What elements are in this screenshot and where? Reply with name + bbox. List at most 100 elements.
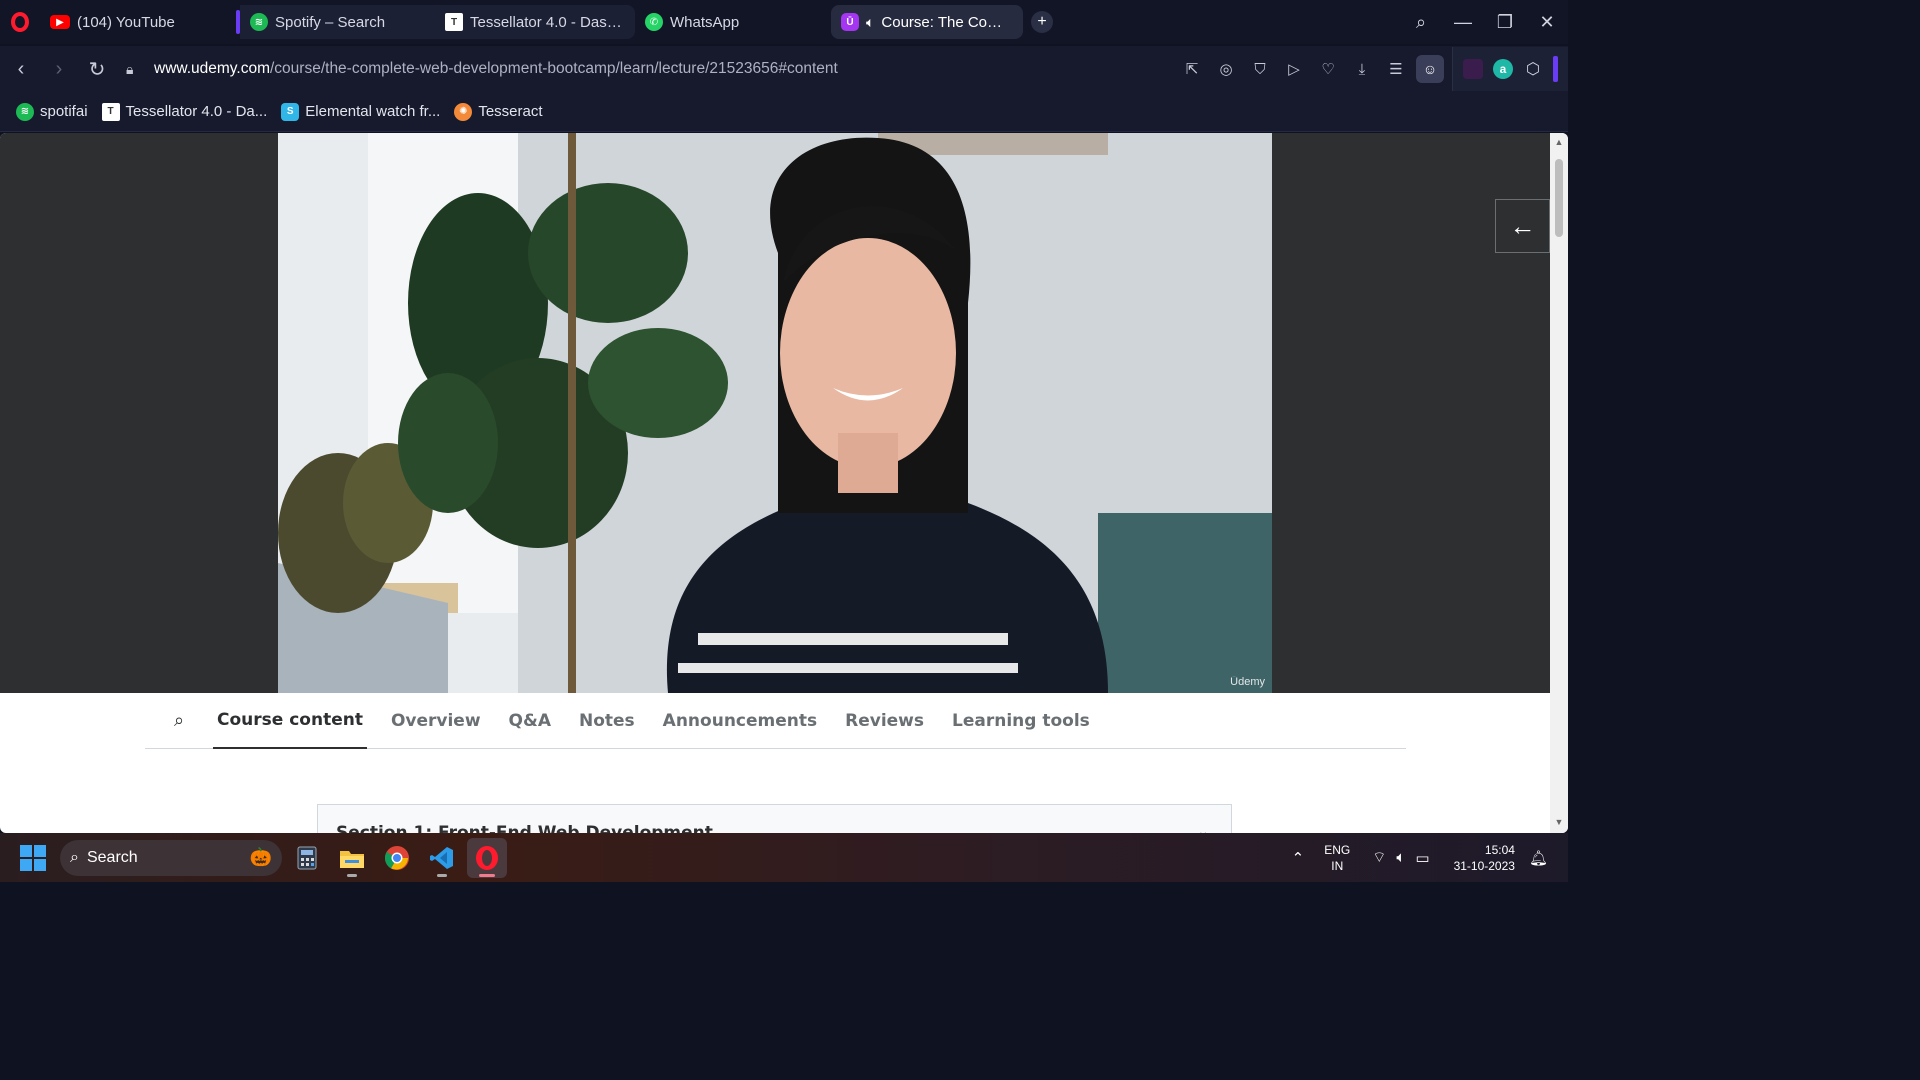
extensions-panel: a ⬡ [1452,47,1568,91]
elemental-icon: S [281,102,300,121]
window-controls: ⌕ — ❐ ✕ [1400,0,1568,44]
wifi-icon[interactable]: ⌔ [1372,848,1386,867]
forward-button[interactable]: › [40,50,78,88]
tab-learning-tools[interactable]: Learning tools [948,693,1094,749]
bookmark-label: Tessellator 4.0 - Da... [125,103,268,120]
bookmark-label: Tesseract [478,103,543,120]
lock-icon[interactable]: 🔒︎ [126,61,154,78]
bookmark-label: spotifai [40,103,88,120]
volume-icon[interactable]: 🔈︎ [1396,849,1405,866]
tab-tessellator[interactable]: T Tessellator 4.0 - Dashbo [435,5,635,39]
lecture-video[interactable]: Ūdemy [278,133,1272,693]
tab-course-content[interactable]: Course content [213,693,367,749]
tab-youtube[interactable]: ▶ (104) YouTube [40,5,230,39]
easy-setup-icon[interactable]: ☰ [1382,55,1410,83]
arrow-left-icon: ← [1509,210,1536,241]
tab-title: (104) YouTube [77,13,175,31]
tab-notes[interactable]: Notes [575,693,639,749]
clock-date: 31-10-2023 [1453,858,1515,873]
tessellator-icon: T [445,13,463,31]
spotify-icon: ≋ [16,102,34,121]
youtube-icon: ▶ [50,15,70,29]
battery-icon[interactable]: ▭ [1415,849,1429,867]
cube-icon[interactable]: ⬡ [1523,59,1543,79]
video-player-area: Ūdemy ← [0,133,1550,693]
tab-spotify[interactable]: ≋ Spotify – Search [240,5,435,39]
tab-title: Spotify – Search [275,13,386,31]
download-icon[interactable]: ⤓ [1348,55,1376,83]
tab-udemy-course[interactable]: Ū 🔈︎ Course: The Comple [831,5,1023,39]
taskbar-search-label: Search [86,848,138,866]
sidebar-accent [1553,56,1558,82]
tesseract-icon: ✺ [454,102,473,121]
system-tray: ⌃ ENG IN ⌔ 🔈︎ ▭ 15:04 31-10-2023 🔔︎ [1292,833,1568,882]
course-section-header[interactable]: Section 1: Front-End Web Development ⌄ [317,804,1232,833]
section-title: Section 1: Front-End Web Development [336,823,713,833]
windows-start-icon[interactable] [20,844,46,871]
region-code: IN [1331,858,1344,873]
vscode-icon[interactable] [422,838,462,878]
scroll-up-icon[interactable]: ▲ [1553,137,1565,149]
extension-dark-icon[interactable] [1463,59,1483,79]
whatsapp-icon: ✆ [645,13,663,31]
bookmark-label: Elemental watch fr... [305,103,441,120]
speaker-icon[interactable]: 🔈︎ [866,14,874,31]
back-button[interactable]: ‹ [2,50,40,88]
bookmark-tessellator[interactable]: T Tessellator 4.0 - Da... [101,102,268,121]
clock-time: 15:04 [1484,842,1515,857]
browser-tab-strip: ▶ (104) YouTube ≋ Spotify – Search T Tes… [0,0,1568,44]
taskbar-search-box[interactable]: ⌕ Search 🎃 [60,839,282,876]
halloween-pumpkins-icon: 🎃 [249,847,272,867]
search-tabs-icon[interactable]: ⌕ [1400,0,1442,44]
close-window-button[interactable]: ✕ [1526,0,1568,44]
tab-whatsapp[interactable]: ✆ WhatsApp [635,5,825,39]
flow-send-icon[interactable]: ▷ [1280,55,1308,83]
url-path: /course/the-complete-web-development-boo… [270,60,838,77]
opera-menu-icon[interactable] [0,0,40,44]
reload-button[interactable]: ↻ [78,50,116,88]
share-icon[interactable]: ⇱ [1178,55,1206,83]
url-host: www.udemy.com [154,60,270,77]
spotify-icon: ≋ [250,13,268,31]
bookmark-elemental[interactable]: S Elemental watch fr... [281,102,441,121]
bookmarks-bar: ≋ spotifai T Tessellator 4.0 - Da... S E… [0,92,1568,132]
snapshot-icon[interactable]: ◎ [1212,55,1240,83]
clock[interactable]: 15:04 31-10-2023 [1454,842,1515,874]
url-input[interactable]: 🔒︎ www.udemy.com/course/the-complete-web… [126,51,1126,87]
bookmark-spotifai[interactable]: ≋ spotifai [16,102,88,121]
notification-bell-icon[interactable]: 🔔︎ [1529,849,1548,867]
expand-sidebar-button[interactable]: ← [1495,199,1550,253]
tab-title: Course: The Comple [881,13,1013,31]
scroll-down-icon[interactable]: ▼ [1553,817,1565,829]
calculator-icon[interactable] [287,838,327,878]
opera-taskbar-icon[interactable] [467,837,507,878]
bookmark-tesseract[interactable]: ✺ Tesseract [454,102,543,121]
scrollbar-thumb[interactable] [1555,159,1563,237]
chevron-up-icon[interactable]: ⌃ [1292,849,1305,867]
profile-icon[interactable]: ☺ [1416,55,1444,83]
adblock-shield-icon[interactable]: ⛉ [1246,55,1274,83]
udemy-icon: Ū [841,13,859,31]
tab-announcements[interactable]: Announcements [659,693,821,749]
tab-overview[interactable]: Overview [387,693,485,749]
tab-reviews[interactable]: Reviews [841,693,928,749]
web-page: Ūdemy ← ⌕ Course content Overview Q&A No… [0,133,1568,833]
file-explorer-icon[interactable] [332,838,372,878]
video-frame [278,133,1272,693]
new-tab-button[interactable]: + [1031,11,1053,33]
course-tabs: ⌕ Course content Overview Q&A Notes Anno… [145,693,1406,749]
tessellator-icon: T [101,102,120,121]
chevron-down-icon: ⌄ [1197,823,1209,833]
page-scrollbar[interactable]: ▲ ▼ [1550,133,1568,833]
minimize-button[interactable]: — [1442,0,1484,44]
windows-taskbar: ⌕ Search 🎃 ⌃ ENG IN ⌔ 🔈︎ ▭ 15:04 31-10-2… [0,833,1568,882]
tab-qa[interactable]: Q&A [505,693,555,749]
heart-icon[interactable]: ♡ [1314,55,1342,83]
chrome-icon[interactable] [377,838,417,878]
language-code: ENG [1324,842,1351,857]
search-icon[interactable]: ⌕ [145,710,213,731]
language-indicator[interactable]: ENG IN [1324,842,1350,874]
restore-button[interactable]: ❐ [1484,0,1526,44]
address-actions: ⇱ ◎ ⛉ ▷ ♡ ⤓ ☰ ☺ [1178,55,1444,83]
aria-icon[interactable]: a [1493,59,1513,79]
